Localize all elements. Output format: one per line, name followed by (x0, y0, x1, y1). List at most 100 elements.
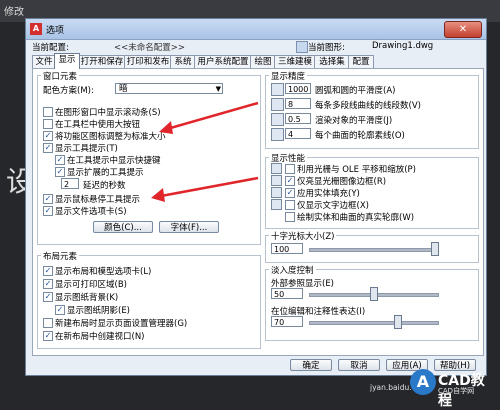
shortcut-keys-checkbox[interactable] (55, 155, 65, 165)
arc-smoothness-input[interactable]: 1000 (285, 83, 311, 94)
crosshair-size-title: 十字光标大小(Z) (269, 230, 337, 242)
window-elements-title: 窗口元素 (41, 70, 80, 82)
crosshair-size-slider-thumb[interactable] (431, 242, 439, 256)
true-silhouettes-label: 绘制实体和曲面的真实轮廓(W) (297, 213, 415, 223)
polyline-segments-input[interactable]: 8 (285, 98, 311, 109)
text-frame-icon (271, 199, 282, 210)
fade-control-title: 淡入度控制 (269, 264, 316, 276)
polyline-segments-label: 每条多段线曲线的线段数(V) (315, 101, 421, 111)
page-setup-manager-checkbox[interactable] (43, 318, 53, 328)
page-setup-manager-label: 新建布局时显示页面设置管理器(G) (55, 319, 188, 329)
background-menu-text: 修改 (4, 7, 24, 18)
scrollbars-label: 在图形窗口中显示滚动条(S) (55, 108, 161, 118)
polyline-segments-icon (271, 98, 284, 111)
show-tooltips-checkbox[interactable] (43, 143, 53, 153)
file-tabs-checkbox[interactable] (43, 206, 53, 216)
crosshair-size-slider-track[interactable] (309, 248, 439, 252)
arc-smoothness-icon (271, 83, 284, 96)
tab-drafting[interactable]: 绘图 (250, 55, 276, 68)
rollover-tooltips-label: 显示鼠标悬停工具提示 (55, 195, 141, 205)
color-scheme-value: 暗 (119, 84, 128, 94)
text-frame-label: 仅显示文字边框(X) (297, 201, 369, 211)
watermark-sub: CAD自学网 (438, 387, 475, 395)
tab-system[interactable]: 系统 (170, 55, 196, 68)
contour-lines-label: 每个曲面的轮廓素线(O) (315, 131, 405, 141)
text-frame-checkbox[interactable] (285, 200, 295, 210)
watermark-logo: A CAD教程 CAD自学网 (410, 367, 498, 409)
solid-fill-checkbox[interactable] (285, 188, 295, 198)
large-buttons-checkbox[interactable] (43, 119, 53, 129)
ok-button[interactable]: 确定 (290, 359, 332, 371)
crosshair-size-input[interactable]: 100 (271, 243, 303, 254)
tab-profiles[interactable]: 配置 (348, 55, 374, 68)
current-drawing-value: Drawing1.dwg (372, 41, 434, 51)
colors-button[interactable]: 颜色(C)... (93, 221, 153, 233)
true-silhouettes-checkbox[interactable] (285, 212, 295, 222)
paper-shadow-checkbox[interactable] (55, 305, 65, 315)
color-scheme-label: 配色方案(M): (43, 86, 94, 96)
dialog-title: 选项 (46, 26, 65, 36)
raster-frame-checkbox[interactable] (285, 176, 295, 186)
render-smoothness-label: 渲染对象的平滑度(J) (315, 116, 393, 126)
tab-user-preferences[interactable]: 用户系统配置 (194, 55, 252, 68)
color-scheme-select[interactable]: 暗 ▼ (115, 83, 223, 94)
create-viewport-label: 在新布局中创建视口(N) (55, 332, 145, 342)
display-resolution-title: 显示精度 (269, 70, 308, 82)
create-viewport-checkbox[interactable] (43, 331, 53, 341)
large-buttons-label: 在工具栏中使用大按钮 (55, 120, 141, 130)
extended-tooltips-checkbox[interactable] (55, 167, 65, 177)
paper-background-checkbox[interactable] (43, 292, 53, 302)
current-profile-label: 当前配置: (32, 43, 69, 53)
inplace-edit-input[interactable]: 70 (271, 316, 303, 327)
tab-open-save[interactable]: 打开和保存 (78, 55, 126, 68)
tab-display[interactable]: 显示 (54, 53, 80, 69)
ribbon-icon-size-label: 将功能区图标调整为标准大小 (55, 132, 166, 142)
xref-display-slider-thumb[interactable] (370, 287, 378, 301)
cancel-button[interactable]: 取消 (338, 359, 380, 371)
close-button[interactable]: ✕ (444, 21, 482, 38)
tab-3d-modeling[interactable]: 三维建模 (274, 55, 316, 68)
raster-frame-label: 仅亮显光栅图像边框(R) (297, 177, 387, 187)
paper-shadow-label: 显示图纸阴影(E) (67, 306, 131, 316)
solid-fill-icon (271, 187, 282, 198)
display-tab-panel: 窗口元素 配色方案(M): 暗 ▼ 在图形窗口中显示滚动条(S) 在工具栏中使用… (32, 68, 484, 356)
raster-ole-pan-checkbox[interactable] (285, 164, 295, 174)
tab-plot-publish[interactable]: 打印和发布 (124, 55, 172, 68)
printable-area-label: 显示可打印区域(B) (55, 280, 127, 290)
paper-background-label: 显示图纸背景(K) (55, 293, 119, 303)
chevron-down-icon: ▼ (215, 85, 221, 93)
tab-selection[interactable]: 选择集 (314, 55, 350, 68)
delay-seconds-input[interactable]: 2 (61, 178, 79, 189)
drawing-file-icon (296, 41, 308, 53)
xref-display-input[interactable]: 50 (271, 288, 303, 299)
fonts-button[interactable]: 字体(F)... (159, 221, 219, 233)
layout-model-tabs-label: 显示布局和模型选项卡(L) (55, 267, 152, 277)
render-smoothness-icon (271, 113, 284, 126)
ribbon-icon-size-checkbox[interactable] (43, 131, 53, 141)
raster-pan-icon (271, 163, 282, 174)
inplace-edit-slider-thumb[interactable] (394, 315, 402, 329)
render-smoothness-input[interactable]: 0.5 (285, 113, 311, 124)
contour-lines-icon (271, 128, 284, 141)
current-drawing-label: 当前图形: (308, 43, 345, 53)
layout-elements-title: 布局元素 (41, 250, 80, 262)
inplace-edit-slider-track[interactable] (309, 321, 439, 325)
show-tooltips-label: 显示工具提示(T) (55, 144, 118, 154)
raster-ole-pan-label: 利用光栅与 OLE 平移和缩放(P) (297, 165, 416, 175)
options-dialog: A 选项 ✕ 当前配置: <<未命名配置>> 当前图形: Drawing1.dw… (25, 18, 487, 376)
shortcut-keys-label: 在工具提示中显示快捷键 (67, 156, 161, 166)
printable-area-checkbox[interactable] (43, 279, 53, 289)
rollover-tooltips-checkbox[interactable] (43, 194, 53, 204)
current-profile-value: <<未命名配置>> (114, 43, 185, 53)
contour-lines-input[interactable]: 4 (285, 128, 311, 139)
annotation-arrow-bottom (151, 176, 259, 202)
tab-strip: 文件 显示 打开和保存 打印和发布 系统 用户系统配置 绘图 三维建模 选择集 … (32, 53, 482, 69)
tab-files[interactable]: 文件 (32, 55, 56, 68)
layout-model-tabs-checkbox[interactable] (43, 266, 53, 276)
scrollbars-checkbox[interactable] (43, 107, 53, 117)
arc-smoothness-label: 圆弧和圆的平滑度(A) (315, 86, 396, 96)
dialog-titlebar[interactable]: A 选项 ✕ (26, 19, 486, 40)
delay-seconds-label: 延迟的秒数 (83, 181, 126, 191)
extended-tooltips-label: 显示扩展的工具提示 (67, 168, 144, 178)
file-tabs-label: 显示文件选项卡(S) (55, 207, 127, 217)
